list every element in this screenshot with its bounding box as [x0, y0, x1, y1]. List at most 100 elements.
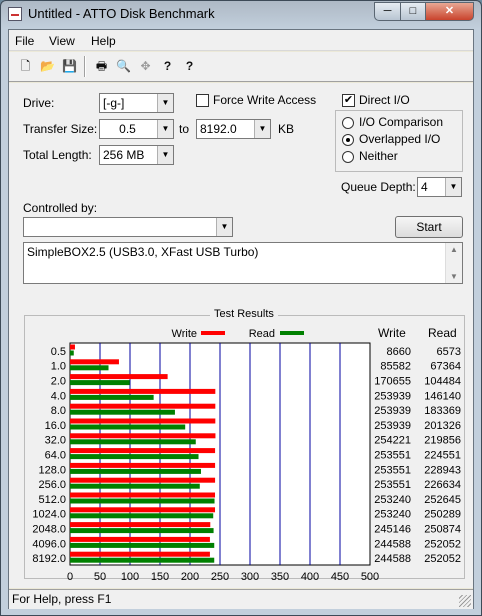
read-bar [70, 542, 215, 548]
move-icon[interactable]: ✥ [135, 56, 156, 77]
read-bar [70, 365, 109, 371]
write-bar [70, 418, 216, 424]
resize-grip[interactable] [459, 595, 471, 607]
app-icon[interactable] [8, 7, 22, 21]
read-bar [70, 483, 200, 489]
write-column-header: Write [378, 326, 406, 340]
menu-help[interactable]: Help [91, 34, 116, 48]
write-bar [70, 433, 216, 439]
category-label: 4.0 [51, 390, 66, 402]
chevron-down-icon[interactable]: ▼ [216, 218, 232, 236]
io-comparison-radio[interactable] [342, 117, 354, 129]
direct-io-checkbox[interactable]: ✔ [342, 94, 355, 107]
menu-view[interactable]: View [49, 34, 75, 48]
controlled-by-label: Controlled by: [23, 201, 98, 215]
x-tick-label: 400 [301, 571, 319, 580]
x-tick-label: 450 [331, 571, 349, 580]
read-value: 104484 [424, 376, 461, 388]
write-bar [70, 477, 216, 483]
category-label: 1024.0 [32, 509, 66, 521]
print-icon[interactable]: 🖶 [91, 56, 112, 77]
read-bar [70, 409, 175, 415]
help-icon[interactable]: ? [157, 56, 178, 77]
read-value: 6573 [437, 346, 461, 358]
chevron-down-icon[interactable]: ▼ [445, 178, 461, 196]
drive-value: [-g-] [103, 96, 125, 110]
read-column-header: Read [428, 326, 457, 340]
read-bar [70, 454, 199, 460]
close-button[interactable]: ✕ [425, 2, 474, 21]
read-bar [70, 513, 214, 519]
category-label: 2048.0 [32, 524, 66, 536]
context-help-icon[interactable]: ? [179, 56, 200, 77]
drive-select[interactable]: [-g-] ▼ [99, 93, 174, 113]
write-value: 253240 [374, 509, 411, 521]
start-button[interactable]: Start [395, 216, 463, 238]
write-value: 253551 [374, 479, 411, 491]
read-value: 252052 [424, 553, 461, 565]
neither-radio[interactable] [342, 151, 354, 163]
chevron-down-icon[interactable]: ▼ [157, 94, 173, 112]
total-length-select[interactable]: 256 MB ▼ [99, 145, 174, 165]
queue-depth-select[interactable]: 4 ▼ [417, 177, 462, 197]
menu-bar: File View Help [9, 30, 473, 51]
x-tick-label: 150 [151, 571, 169, 580]
x-tick-label: 100 [121, 571, 139, 580]
window-title: Untitled - ATTO Disk Benchmark [28, 6, 215, 21]
menu-file[interactable]: File [15, 34, 34, 48]
category-label: 8192.0 [32, 553, 66, 565]
drive-label: Drive: [23, 96, 55, 110]
write-value: 253939 [374, 405, 411, 417]
chevron-down-icon[interactable]: ▼ [157, 146, 173, 164]
write-value: 8660 [387, 346, 411, 358]
read-value: 252645 [424, 494, 461, 506]
write-value: 245146 [374, 524, 411, 536]
read-bar [70, 380, 130, 386]
print-preview-icon[interactable]: 🔍 [113, 56, 134, 77]
write-value: 253939 [374, 420, 411, 432]
neither-label: Neither [359, 149, 398, 163]
kb-label: KB [278, 122, 295, 136]
write-bar [70, 448, 216, 454]
category-label: 8.0 [51, 405, 66, 417]
status-text: For Help, press F1 [12, 592, 112, 606]
write-bar [70, 522, 211, 528]
category-label: 16.0 [45, 420, 66, 432]
x-tick-label: 200 [181, 571, 199, 580]
category-label: 128.0 [38, 464, 66, 476]
transfer-from-select[interactable]: 0.5 ▼ [99, 119, 174, 139]
write-bar [70, 344, 75, 350]
title-bar[interactable]: Untitled - ATTO Disk Benchmark ─ □ ✕ [1, 1, 481, 28]
main-panel: Drive: [-g-] ▼ Force Write Access ✔ Dire… [9, 83, 473, 588]
write-value: 253551 [374, 450, 411, 462]
chevron-down-icon[interactable]: ▼ [254, 120, 270, 138]
write-value: 254221 [374, 435, 411, 447]
force-write-checkbox[interactable] [196, 94, 209, 107]
read-value: 201326 [424, 420, 461, 432]
transfer-to-select[interactable]: 8192.0 ▼ [196, 119, 271, 139]
test-results-panel: Test Results Write Read Write Read 0 50 100 150… [24, 308, 465, 580]
description-textarea[interactable]: SimpleBOX2.5 (USB3.0, XFast USB Turbo) ▲… [23, 242, 463, 284]
category-label: 4096.0 [32, 538, 66, 550]
minimize-button[interactable]: ─ [374, 2, 401, 21]
controlled-by-select[interactable]: ▼ [23, 217, 233, 237]
scroll-down-icon[interactable]: ▼ [446, 272, 462, 281]
read-value: 219856 [424, 435, 461, 447]
category-label: 32.0 [45, 435, 66, 447]
write-bar [70, 551, 210, 557]
save-icon[interactable]: 💾 [59, 56, 80, 77]
queue-depth-value: 4 [421, 180, 428, 194]
overlapped-io-radio[interactable] [342, 134, 354, 146]
transfer-rate-chart: Write Read Write Read 0 50 100 150 200 250 300 350 4… [32, 326, 461, 580]
chevron-down-icon[interactable]: ▼ [157, 120, 173, 138]
write-bar [70, 492, 216, 498]
scroll-up-icon[interactable]: ▲ [446, 245, 462, 254]
description-scrollbar[interactable]: ▲ ▼ [445, 243, 462, 283]
overlapped-io-label: Overlapped I/O [359, 132, 441, 146]
maximize-button[interactable]: □ [400, 2, 426, 21]
client-area: File View Help 🗋 📂 💾 🖶 🔍 ✥ ? ? Drive: [-… [8, 29, 474, 609]
open-folder-icon[interactable]: 📂 [37, 56, 58, 77]
category-label: 1.0 [51, 361, 66, 373]
transfer-to-value: 8192.0 [200, 122, 237, 136]
new-document-icon[interactable]: 🗋 [15, 56, 36, 77]
